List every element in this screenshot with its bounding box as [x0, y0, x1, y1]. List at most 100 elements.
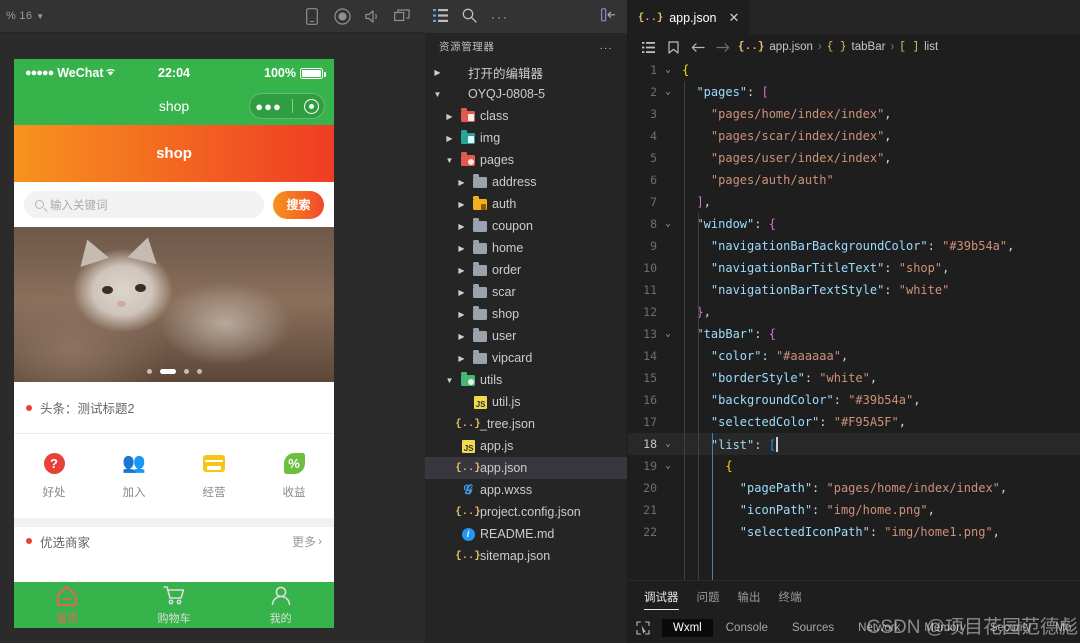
tree-item-auth[interactable]: ▶ auth [425, 193, 627, 215]
panel-tab-1[interactable]: 问题 [697, 581, 720, 612]
fold-chevron-icon[interactable]: ⌄ [660, 219, 676, 229]
tree-item-vipcard[interactable]: ▶ vipcard [425, 347, 627, 369]
code-line-19[interactable]: 19 ⌄ { [628, 455, 1080, 477]
devtools-tab-security[interactable]: Security [979, 619, 1043, 637]
tree-item-scar[interactable]: ▶ scar [425, 281, 627, 303]
volume-icon[interactable] [357, 0, 387, 33]
code-line-6[interactable]: 6 "pages/auth/auth" [628, 169, 1080, 191]
capsule-menu-icon[interactable]: ●●● [255, 100, 282, 113]
tree-item-pages[interactable]: ▼ pages [425, 149, 627, 171]
code-line-17[interactable]: 17 "selectedColor": "#F95A5F", [628, 411, 1080, 433]
fold-chevron-icon[interactable]: ⌄ [660, 329, 676, 339]
more-icon[interactable]: ··· [491, 10, 509, 24]
carousel-dots[interactable] [14, 369, 334, 374]
code-editor[interactable]: 1 ⌄{2 ⌄ "pages": [3 "pages/home/index/inde… [628, 59, 1080, 580]
close-icon[interactable]: ✕ [728, 10, 739, 26]
code-line-14[interactable]: 14 "color": "#aaaaaa", [628, 345, 1080, 367]
tree-item-readme-md[interactable]: i README.md [425, 523, 627, 545]
code-line-12[interactable]: 12 }, [628, 301, 1080, 323]
tree-item--tree-json[interactable]: {..} _tree.json [425, 413, 627, 435]
quick-action-profit[interactable]: % 收益 [254, 453, 334, 500]
panel-tab-0[interactable]: 调试器 [644, 581, 679, 612]
carousel-dot[interactable] [146, 369, 152, 374]
breadcrumb-array[interactable]: list [924, 41, 938, 53]
code-line-5[interactable]: 5 "pages/user/index/index", [628, 147, 1080, 169]
tree-item-class[interactable]: ▶ class [425, 105, 627, 127]
chevron-down-icon[interactable]: ▼ [431, 90, 444, 99]
chevron-down-icon[interactable]: ▼ [36, 12, 44, 21]
code-line-22[interactable]: 22 "selectedIconPath": "img/home1.png", [628, 521, 1080, 543]
chevron-right-icon[interactable]: ▶ [431, 68, 444, 77]
devtools-tab-mo[interactable]: Mo [1044, 619, 1080, 637]
news-headline-row[interactable]: 头条：测试标题2 [14, 382, 334, 434]
search-button[interactable]: 搜索 [273, 190, 324, 219]
devtools-tab-wxml[interactable]: Wxml [662, 619, 713, 637]
tree-item-app-json[interactable]: {..} app.json [425, 457, 627, 479]
devtools-tab-console[interactable]: Console [715, 619, 779, 637]
file-tree[interactable]: ▶ 打开的编辑器 ▼ OYQJ-0808-5 ▶ class ▶ img ▼ pages ▶ addr… [425, 59, 627, 643]
breadcrumb-object[interactable]: tabBar [852, 41, 886, 53]
code-line-8[interactable]: 8 ⌄ "window": { [628, 213, 1080, 235]
code-line-10[interactable]: 10 "navigationBarTitleText": "shop", [628, 257, 1080, 279]
tree-item-app-js[interactable]: JS app.js [425, 435, 627, 457]
capsule-close-icon[interactable] [303, 98, 319, 114]
carousel-dot[interactable] [183, 369, 189, 374]
tree-item-shop[interactable]: ▶ shop [425, 303, 627, 325]
panel-tab-3[interactable]: 终端 [779, 581, 802, 612]
chevron-right-icon[interactable]: ▶ [455, 222, 468, 231]
inspect-element-icon[interactable] [636, 616, 650, 640]
search-input[interactable]: 输入关键词 [24, 191, 264, 218]
code-line-3[interactable]: 3 "pages/home/index/index", [628, 103, 1080, 125]
tabbar-item-cart[interactable]: 购物车 [121, 584, 228, 626]
tree-item-utils[interactable]: ▼ utils [425, 369, 627, 391]
chevron-down-icon[interactable]: ▼ [443, 156, 456, 165]
code-line-1[interactable]: 1 ⌄ { [628, 59, 1080, 81]
panel-tab-2[interactable]: 输出 [738, 581, 761, 612]
tree-item-oyqj-0808-5[interactable]: ▼ OYQJ-0808-5 [425, 83, 627, 105]
wechat-capsule-button[interactable]: ●●● [249, 93, 325, 119]
tree-item-home[interactable]: ▶ home [425, 237, 627, 259]
code-line-21[interactable]: 21 "iconPath": "img/home.png", [628, 499, 1080, 521]
tree-item-order[interactable]: ▶ order [425, 259, 627, 281]
simulator-scale-dropdown[interactable]: % 16 [6, 10, 32, 22]
code-line-2[interactable]: 2 ⌄ "pages": [ [628, 81, 1080, 103]
section-more-link[interactable]: 更多 › [292, 533, 322, 550]
quick-action-help[interactable]: ? 好处 [14, 453, 94, 500]
fold-chevron-icon[interactable]: ⌄ [660, 461, 676, 471]
code-line-11[interactable]: 11 "navigationBarTextStyle": "white" [628, 279, 1080, 301]
record-icon[interactable] [327, 0, 357, 33]
back-arrow-icon[interactable] [688, 37, 708, 57]
chevron-down-icon[interactable]: ▼ [443, 376, 456, 385]
tree-item-img[interactable]: ▶ img [425, 127, 627, 149]
banner-carousel[interactable] [14, 227, 334, 382]
code-line-18[interactable]: 18 ⌄ "list": [ [628, 433, 1080, 455]
chevron-right-icon[interactable]: ▶ [455, 244, 468, 253]
search-icon[interactable] [462, 8, 477, 26]
windows-icon[interactable] [387, 0, 417, 33]
explorer-more-icon[interactable]: ... [600, 40, 613, 52]
devtools-tab-sources[interactable]: Sources [781, 619, 845, 637]
code-line-9[interactable]: 9 "navigationBarBackgroundColor": "#39b5… [628, 235, 1080, 257]
devtools-tabs[interactable]: Wxml Console Sources Network Memory Security M… [662, 619, 1080, 637]
chevron-right-icon[interactable]: ▶ [443, 112, 456, 121]
bookmark-icon[interactable] [663, 37, 683, 57]
chevron-right-icon[interactable]: ▶ [455, 354, 468, 363]
tabbar-item-home[interactable]: 首页 [14, 584, 121, 626]
panel-tab-bar[interactable]: 调试器 问题 输出 终端 [628, 581, 1080, 612]
chevron-right-icon[interactable]: ▶ [455, 332, 468, 341]
quick-action-store[interactable]: 经营 [174, 453, 254, 500]
editor-tab-app-json[interactable]: {..} app.json ✕ [628, 0, 751, 35]
devtools-tab-memory[interactable]: Memory [913, 619, 977, 637]
carousel-dot-active[interactable] [159, 369, 176, 374]
code-line-7[interactable]: 7 ], [628, 191, 1080, 213]
fold-chevron-icon[interactable]: ⌄ [660, 87, 676, 97]
code-line-4[interactable]: 4 "pages/scar/index/index", [628, 125, 1080, 147]
fold-chevron-icon[interactable]: ⌄ [660, 439, 676, 449]
devtools-tab-network[interactable]: Network [847, 619, 911, 637]
quick-action-join[interactable]: 👥 加入 [94, 453, 174, 500]
tree-item-user[interactable]: ▶ user [425, 325, 627, 347]
fold-chevron-icon[interactable]: ⌄ [660, 65, 676, 75]
forward-arrow-icon[interactable] [713, 37, 733, 57]
tree-item-project-config-json[interactable]: {..} project.config.json [425, 501, 627, 523]
tree-item-address[interactable]: ▶ address [425, 171, 627, 193]
